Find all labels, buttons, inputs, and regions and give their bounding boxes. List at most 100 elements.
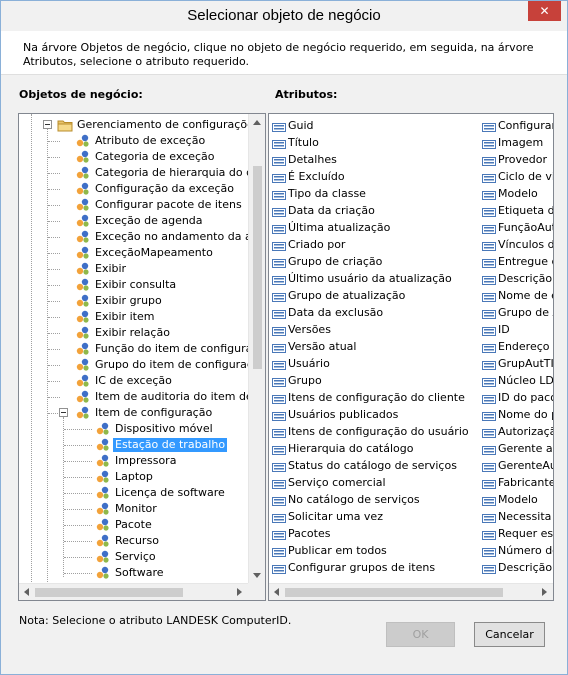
attribute-item[interactable]: Detalhes xyxy=(269,152,479,169)
tree-child-node[interactable]: Estação de trabalho xyxy=(19,437,249,453)
attribute-item[interactable]: ID xyxy=(479,322,553,339)
attribute-item[interactable]: Itens de configuração do cliente xyxy=(269,390,479,407)
attribute-item[interactable]: Grupo de Ac xyxy=(479,305,553,322)
tree-node[interactable]: Item de auditoria do item de co xyxy=(19,389,265,405)
collapse-icon[interactable] xyxy=(59,408,68,417)
close-button[interactable]: ✕ xyxy=(528,1,561,21)
attribute-item[interactable]: É Excluído xyxy=(269,169,479,186)
tree-node[interactable]: Categoria de hierarquia do catá xyxy=(19,165,265,181)
attribute-item[interactable]: Guid xyxy=(269,118,479,135)
attribute-item[interactable]: Grupo de atualização xyxy=(269,288,479,305)
tree-child-node[interactable]: Serviço xyxy=(19,549,249,565)
scroll-right-arrow-icon[interactable] xyxy=(237,588,242,596)
attribute-item[interactable]: Itens de configuração do usuário xyxy=(269,424,479,441)
tree-node[interactable]: Categoria de exceção xyxy=(19,149,249,165)
attribute-item[interactable]: Modelo xyxy=(479,492,553,509)
attribute-item[interactable]: Usuário xyxy=(269,356,479,373)
tree-horizontal-scroll-thumb[interactable] xyxy=(35,588,183,597)
tree-node[interactable]: ExceçãoMapeamento xyxy=(19,245,249,261)
attribute-item[interactable]: GrupAutTI xyxy=(479,356,553,373)
tree-node[interactable]: Configurar pacote de itens xyxy=(19,197,249,213)
attribute-item[interactable]: Número de xyxy=(479,543,553,560)
attribute-item[interactable]: Imagem xyxy=(479,135,553,152)
tree-child-node[interactable]: Pacote xyxy=(19,517,249,533)
attribute-item[interactable]: Criado por xyxy=(269,237,479,254)
tree-child-node[interactable]: Software xyxy=(19,565,249,581)
attribute-item[interactable]: Gerente aut xyxy=(479,441,553,458)
attribute-item[interactable]: No catálogo de serviços xyxy=(269,492,479,509)
attribute-item[interactable]: Título xyxy=(269,135,479,152)
scroll-left-arrow-icon[interactable] xyxy=(274,588,279,596)
attribute-item[interactable]: Última atualização xyxy=(269,220,479,237)
attribute-item[interactable]: Configurar xyxy=(479,118,553,135)
tree-child-node[interactable]: Recurso xyxy=(19,533,249,549)
attribute-item[interactable]: Versão atual xyxy=(269,339,479,356)
tree-child-node[interactable]: Impressora xyxy=(19,453,249,469)
attribute-item[interactable]: Núcleo LDM xyxy=(479,373,553,390)
tree-node[interactable]: Configuração da exceção xyxy=(19,181,249,197)
tree-node[interactable]: Exibir consulta xyxy=(19,277,249,293)
attribute-item[interactable]: Versões xyxy=(269,322,479,339)
tree-node[interactable]: IC de exceção xyxy=(19,373,249,389)
tree-root-node[interactable]: Gerenciamento de configurações xyxy=(19,117,260,133)
tree-vertical-scroll-thumb[interactable] xyxy=(253,166,262,369)
attribute-item[interactable]: Fabricante xyxy=(479,475,553,492)
attribute-horizontal-scroll-thumb[interactable] xyxy=(285,588,503,597)
tree-node[interactable]: Grupo do item de configuração xyxy=(19,357,265,373)
tree-node[interactable]: Exibir grupo xyxy=(19,293,249,309)
attribute-item[interactable]: Serviço comercial xyxy=(269,475,479,492)
tree-node[interactable]: Exibir relação xyxy=(19,325,249,341)
attribute-item[interactable]: Hierarquia do catálogo xyxy=(269,441,479,458)
attribute-item[interactable]: Ciclo de vida xyxy=(479,169,553,186)
tree-node[interactable]: Exceção de agenda xyxy=(19,213,249,229)
tree-node[interactable]: Item de configuração xyxy=(19,405,249,421)
tree-horizontal-scrollbar[interactable] xyxy=(19,583,248,600)
attribute-item[interactable]: Autorização xyxy=(479,424,553,441)
tree-node[interactable]: Função do item de configuração xyxy=(19,341,265,357)
attribute-list[interactable]: Guid Título Detalhes É Excluído Tipo da clas… xyxy=(268,113,554,601)
scroll-right-arrow-icon[interactable] xyxy=(542,588,547,596)
attribute-item[interactable]: Usuários publicados xyxy=(269,407,479,424)
scroll-down-arrow-icon[interactable] xyxy=(253,573,261,578)
attribute-item[interactable]: Tipo da classe xyxy=(269,186,479,203)
tree-child-node[interactable]: Dispositivo móvel xyxy=(19,421,249,437)
attribute-item[interactable]: Grupo de criação xyxy=(269,254,479,271)
attribute-item[interactable]: Nome do pa xyxy=(479,407,553,424)
attribute-item[interactable]: Descrição xyxy=(479,271,553,288)
attribute-item[interactable]: Publicar em todos xyxy=(269,543,479,560)
attribute-item[interactable]: Status do catálogo de serviços xyxy=(269,458,479,475)
attribute-item[interactable]: Etiqueta de xyxy=(479,203,553,220)
tree-child-node[interactable]: Monitor xyxy=(19,501,249,517)
attribute-item[interactable]: Data da criação xyxy=(269,203,479,220)
attribute-item[interactable]: GerenteAut xyxy=(479,458,553,475)
attribute-item[interactable]: Nome de ex xyxy=(479,288,553,305)
ok-button[interactable]: OK xyxy=(386,622,455,647)
scroll-up-arrow-icon[interactable] xyxy=(253,120,261,125)
tree-child-node[interactable]: Laptop xyxy=(19,469,249,485)
attribute-item[interactable]: Provedor xyxy=(479,152,553,169)
attribute-item[interactable]: Configurar grupos de itens xyxy=(269,560,479,577)
attribute-item[interactable]: Necessita c xyxy=(479,509,553,526)
tree-vertical-scrollbar[interactable] xyxy=(248,114,265,584)
attribute-item[interactable]: Endereço IP xyxy=(479,339,553,356)
tree-node[interactable]: Atributo de exceção xyxy=(19,133,249,149)
attribute-horizontal-scrollbar[interactable] xyxy=(269,583,553,600)
attribute-item[interactable]: Último usuário da atualização xyxy=(269,271,479,288)
tree-child-node[interactable]: Licença de software xyxy=(19,485,249,501)
attribute-item[interactable]: FunçãoAutCI xyxy=(479,220,553,237)
tree-node[interactable]: Exceção no andamento da agen xyxy=(19,229,265,245)
attribute-item[interactable]: Modelo xyxy=(479,186,553,203)
title-bar[interactable]: Selecionar objeto de negócio ✕ xyxy=(1,1,567,31)
attribute-item[interactable]: Descrição d xyxy=(479,560,553,577)
tree-node[interactable]: Exibir xyxy=(19,261,249,277)
collapse-icon[interactable] xyxy=(43,120,52,129)
cancel-button[interactable]: Cancelar xyxy=(474,622,545,647)
attribute-item[interactable]: Data da exclusão xyxy=(269,305,479,322)
attribute-item[interactable]: ID do pacot xyxy=(479,390,553,407)
attribute-item[interactable]: Entregue co xyxy=(479,254,553,271)
attribute-item[interactable]: Solicitar uma vez xyxy=(269,509,479,526)
tree-node[interactable]: Exibir item xyxy=(19,309,249,325)
scroll-left-arrow-icon[interactable] xyxy=(24,588,29,596)
attribute-item[interactable]: Requer esto xyxy=(479,526,553,543)
attribute-item[interactable]: Pacotes xyxy=(269,526,479,543)
